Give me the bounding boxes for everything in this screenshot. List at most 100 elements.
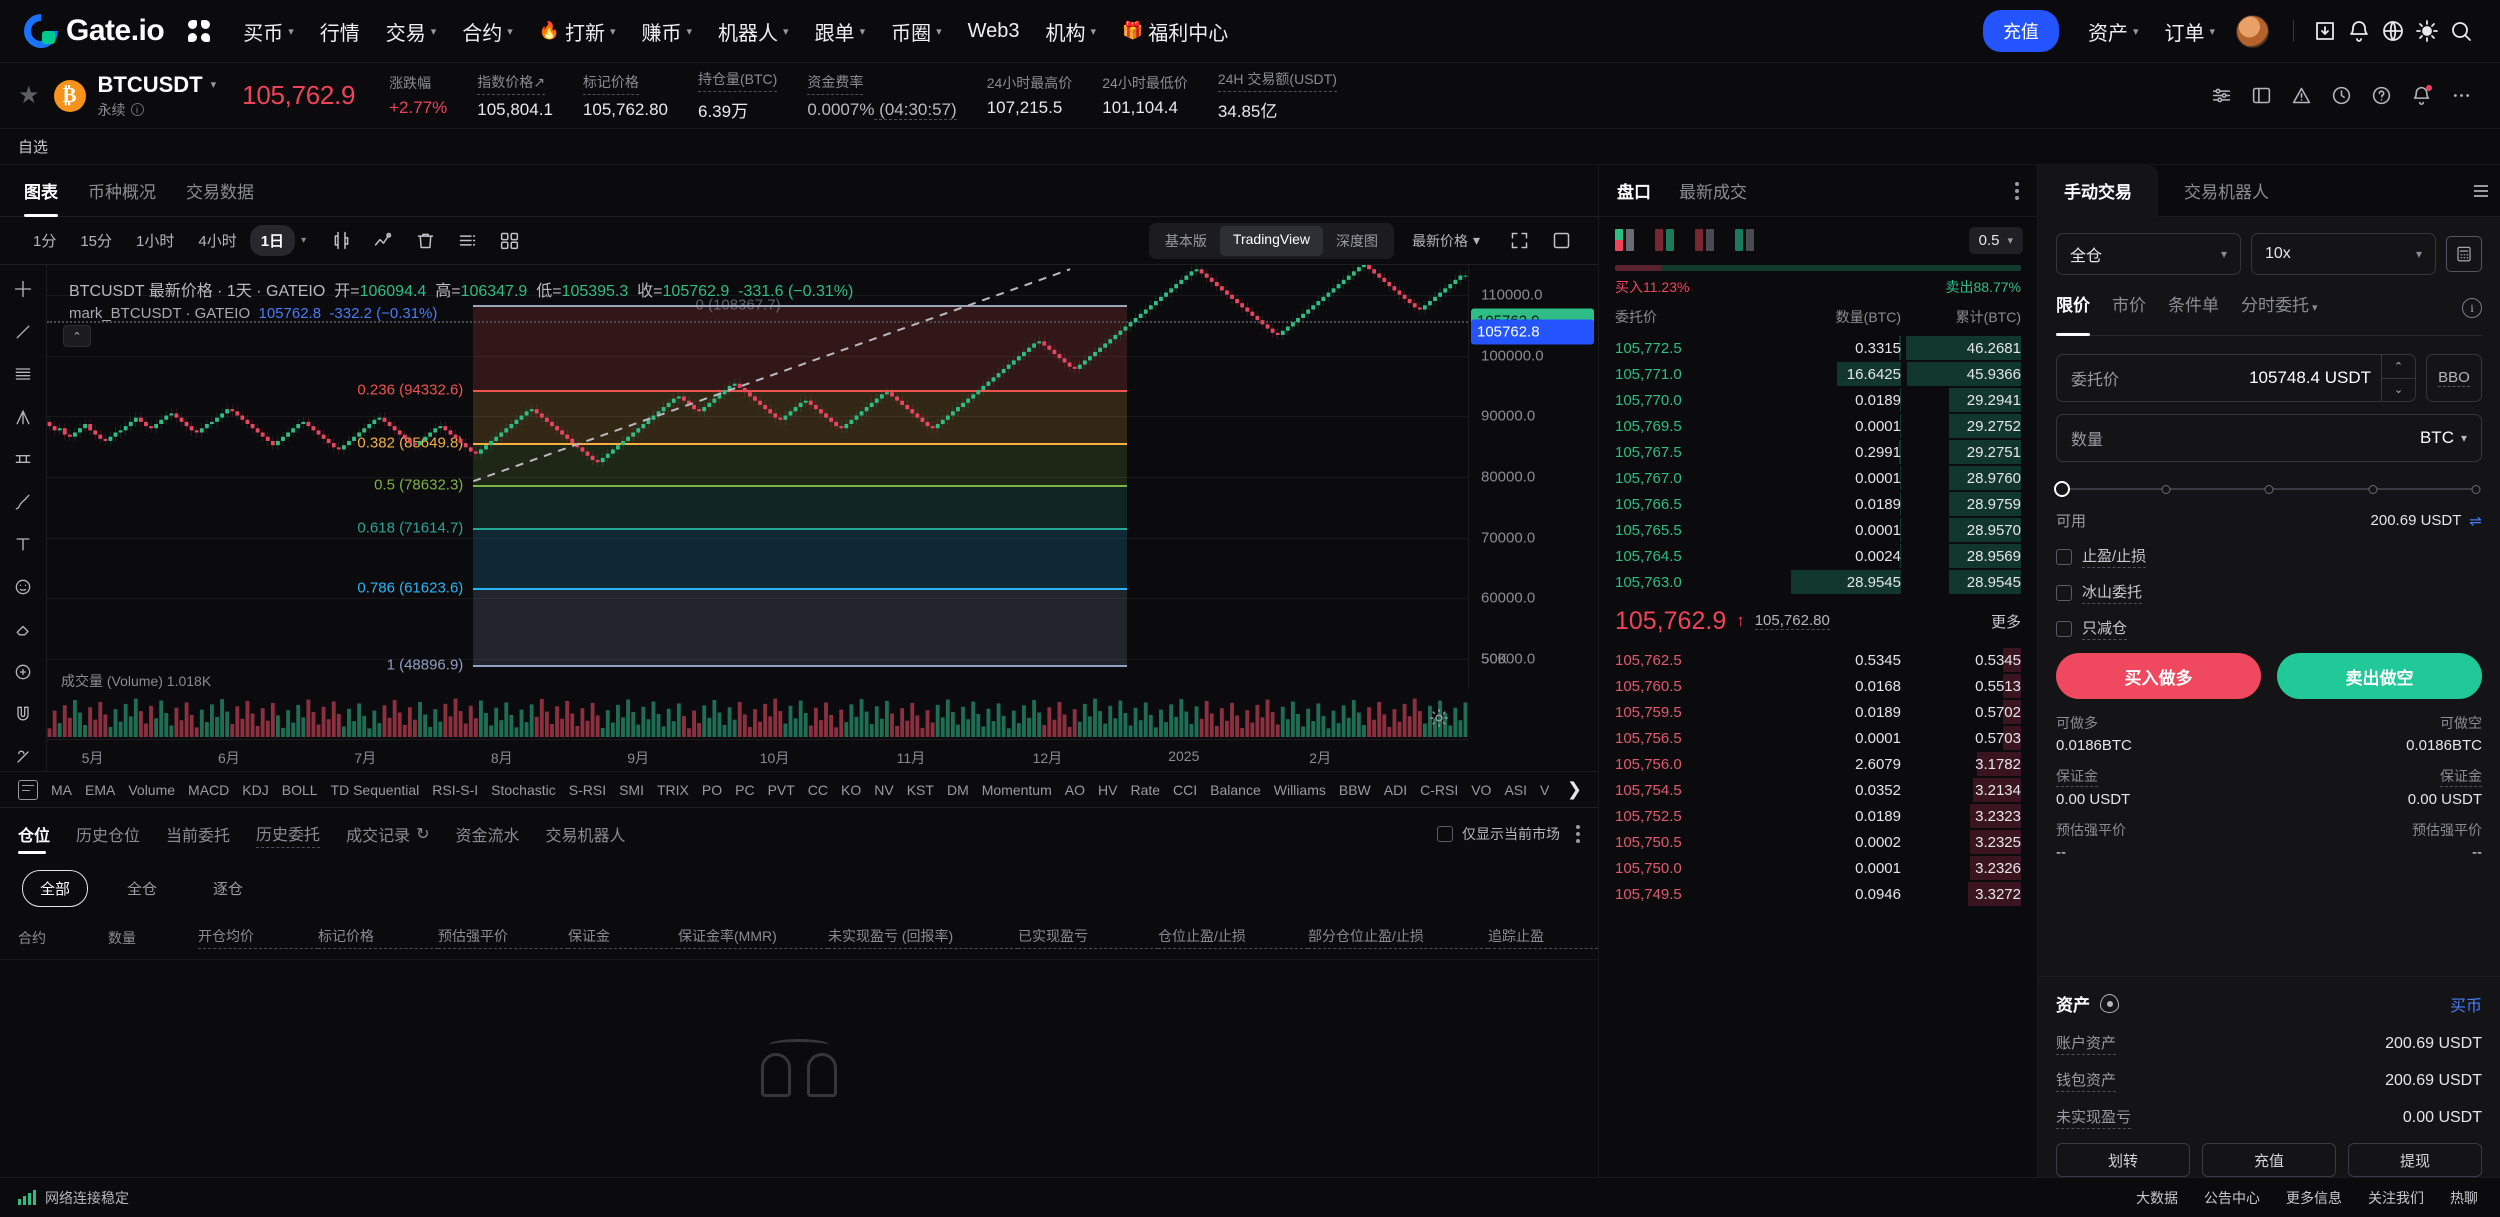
trendline-tool-icon[interactable] — [8, 318, 38, 347]
slider-node-25[interactable] — [2161, 485, 2170, 494]
deposit-button[interactable]: 充值 — [1983, 10, 2059, 52]
hide-balance-eye-icon[interactable] — [2100, 994, 2119, 1013]
trade-tab-0[interactable]: 手动交易 — [2038, 165, 2158, 217]
text-tool-icon[interactable] — [8, 530, 38, 559]
layout-icon[interactable] — [2244, 79, 2278, 113]
zoom-tool-icon[interactable] — [8, 658, 38, 687]
leverage-select[interactable]: 10x ▾ — [2251, 233, 2436, 275]
chart-layout-icon[interactable] — [492, 224, 526, 258]
slider-node-75[interactable] — [2368, 485, 2377, 494]
orderbook-row[interactable]: 105,766.50.018928.9759 — [1599, 491, 2037, 517]
favorite-star-icon[interactable]: ★ — [18, 81, 40, 110]
nav-item-4[interactable]: 🔥打新▾ — [526, 0, 629, 63]
theme-toggle-icon[interactable] — [2410, 14, 2444, 48]
slider-node-100[interactable] — [2472, 485, 2481, 494]
orderbook-row[interactable]: 105,749.50.09463.3272 — [1599, 881, 2037, 907]
indicator-Stochastic[interactable]: Stochastic — [491, 782, 556, 798]
nav-orders[interactable]: 订单▾ — [2151, 0, 2228, 63]
indicator-ADI[interactable]: ADI — [1384, 782, 1407, 798]
chart-canvas[interactable]: BTCUSDT 最新价格 · 1天 · GATEIO 开=106094.4 高=… — [47, 265, 1598, 771]
clock-icon[interactable] — [2324, 79, 2358, 113]
orderbook-row[interactable]: 105,762.50.53450.5345 — [1599, 647, 2037, 673]
emoji-tool-icon[interactable] — [8, 573, 38, 602]
calendar-icon[interactable] — [18, 780, 38, 800]
indicator-CCI[interactable]: CCI — [1173, 782, 1197, 798]
price-option-selector[interactable]: 最新价格▾ — [1412, 231, 1480, 251]
price-plot[interactable]: 0.236 (94332.6)0.382 (85649.8)0.5 (78632… — [47, 265, 1468, 689]
timeframe-more-icon[interactable]: ▾ — [301, 235, 306, 246]
indicator-BOLL[interactable]: BOLL — [282, 782, 318, 798]
orderbook-row[interactable]: 105,763.028.954528.9545 — [1599, 569, 2037, 595]
indicator-Volume[interactable]: Volume — [128, 782, 175, 798]
sell-short-button[interactable]: 卖出做空 — [2277, 653, 2482, 699]
buy-crypto-link[interactable]: 买币 — [2450, 992, 2482, 1016]
status-link-2[interactable]: 更多信息 — [2286, 1188, 2342, 1208]
price-step-up-icon[interactable]: ⌃ — [2382, 355, 2415, 379]
orderbook-row[interactable]: 105,750.50.00023.2325 — [1599, 829, 2037, 855]
orderbook-row[interactable]: 105,752.50.01893.2323 — [1599, 803, 2037, 829]
bbo-button[interactable]: BBO — [2426, 354, 2482, 402]
indicator-KDJ[interactable]: KDJ — [242, 782, 268, 798]
indicator-SMI[interactable]: SMI — [619, 782, 644, 798]
nav-item-2[interactable]: 交易▾ — [373, 0, 450, 63]
indicator-KST[interactable]: KST — [907, 782, 934, 798]
positions-more-icon[interactable] — [1576, 825, 1580, 843]
order-type-3[interactable]: 分时委托 ▾ — [2241, 291, 2318, 325]
ticker-bell-icon[interactable] — [2404, 79, 2438, 113]
search-icon[interactable] — [2444, 14, 2478, 48]
indicator-DM[interactable]: DM — [947, 782, 969, 798]
orderbook-more-link[interactable]: 更多 — [1991, 611, 2021, 632]
timeframe-1分[interactable]: 1分 — [22, 225, 67, 256]
quantity-unit-select[interactable]: BTC ▾ — [2420, 428, 2481, 448]
measure-tool-icon[interactable] — [8, 445, 38, 474]
favorites-row[interactable]: 自选 — [0, 129, 2500, 165]
indicator-VO[interactable]: VO — [1471, 782, 1491, 798]
positions-tab-6[interactable]: 交易机器人 — [546, 808, 626, 860]
nav-item-6[interactable]: 机器人▾ — [705, 0, 802, 63]
indicator-PVT[interactable]: PVT — [768, 782, 795, 798]
download-icon[interactable] — [2308, 14, 2342, 48]
indicator-AO[interactable]: AO — [1065, 782, 1085, 798]
order-info-icon[interactable]: i — [2462, 298, 2482, 318]
ticker-more-icon[interactable] — [2444, 79, 2478, 113]
indicator-Rate[interactable]: Rate — [1130, 782, 1160, 798]
nav-item-11[interactable]: 🎁福利中心 — [1109, 0, 1241, 63]
price-axis[interactable]: 110000.0100000.090000.080000.070000.0600… — [1468, 265, 1598, 689]
status-link-3[interactable]: 关注我们 — [2368, 1188, 2424, 1208]
nav-item-8[interactable]: 币圈▾ — [878, 0, 955, 63]
chart-view-0[interactable]: 基本版 — [1152, 226, 1220, 256]
status-link-0[interactable]: 大数据 — [2136, 1188, 2178, 1208]
nav-item-9[interactable]: Web3 — [955, 0, 1033, 63]
indicator-NV[interactable]: NV — [874, 782, 893, 798]
timeframe-1小时[interactable]: 1小时 — [125, 225, 185, 256]
position-filter-2[interactable]: 逐仓 — [196, 871, 260, 906]
fib-tool-icon[interactable] — [8, 360, 38, 389]
transfer-icon[interactable]: ⇌ — [2469, 512, 2482, 530]
orderbook-tab-0[interactable]: 盘口 — [1617, 178, 1651, 203]
settings-sliders-icon[interactable] — [2204, 79, 2238, 113]
order-type-1[interactable]: 市价 — [2112, 291, 2146, 325]
indicator-PC[interactable]: PC — [735, 782, 754, 798]
nav-item-7[interactable]: 跟单▾ — [802, 0, 879, 63]
trade-tab-1[interactable]: 交易机器人 — [2158, 165, 2295, 217]
help-circle-icon[interactable] — [2364, 79, 2398, 113]
refresh-icon[interactable]: ↻ — [416, 824, 429, 844]
indicator-BBW[interactable]: BBW — [1339, 782, 1371, 798]
nav-item-5[interactable]: 赚币▾ — [629, 0, 706, 63]
chart-view-1[interactable]: TradingView — [1220, 226, 1323, 256]
status-link-4[interactable]: 热聊 — [2450, 1188, 2478, 1208]
chart-tab-0[interactable]: 图表 — [24, 165, 58, 217]
info-icon[interactable]: i — [131, 103, 144, 116]
avatar[interactable] — [2236, 15, 2269, 48]
slider-node-50[interactable] — [2265, 485, 2274, 494]
indicator-HV[interactable]: HV — [1098, 782, 1117, 798]
orderbook-row[interactable]: 105,769.50.000129.2752 — [1599, 413, 2037, 439]
status-link-1[interactable]: 公告中心 — [2204, 1188, 2260, 1208]
display-mode-depth-icon[interactable] — [1735, 229, 1754, 251]
time-axis[interactable]: 5月6月7月8月9月10月11月12月20252月 — [47, 739, 1468, 771]
indicators-icon[interactable] — [366, 224, 400, 258]
quantity-slider[interactable] — [2062, 474, 2476, 504]
positions-tab-4[interactable]: 成交记录↻ — [346, 808, 429, 860]
orderbook-row[interactable]: 105,750.00.00013.2326 — [1599, 855, 2037, 881]
only-current-market-checkbox[interactable]: 仅显示当前市场 — [1437, 824, 1560, 844]
